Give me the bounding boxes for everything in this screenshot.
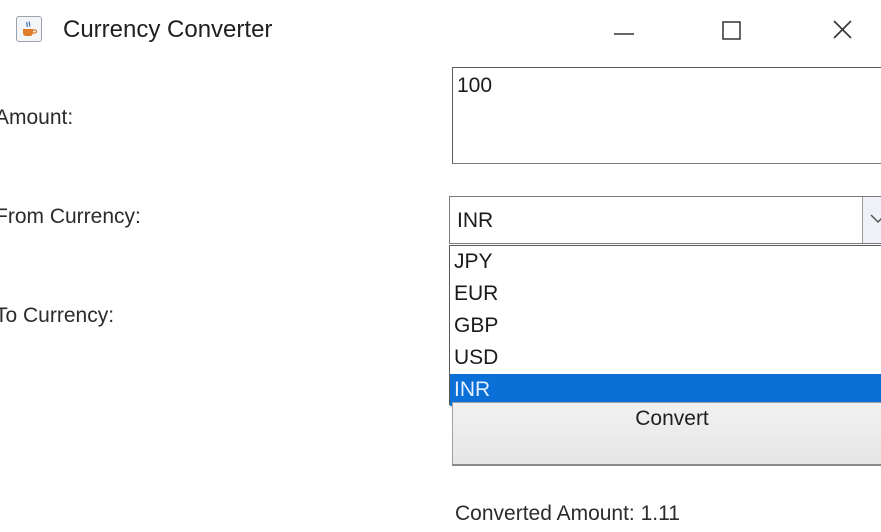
window-title: Currency Converter — [63, 16, 273, 43]
dropdown-option-usd[interactable]: USD — [450, 342, 881, 374]
dropdown-option-jpy[interactable]: JPY — [450, 246, 881, 278]
chevron-down-icon — [870, 214, 881, 224]
maximize-icon — [722, 21, 741, 40]
dropdown-option-gbp[interactable]: GBP — [450, 310, 881, 342]
java-cup-icon — [16, 16, 42, 42]
currency-dropdown-list: JPY EUR GBP USD INR — [449, 245, 881, 406]
maximize-button[interactable] — [712, 10, 752, 50]
title-bar: Currency Converter — [0, 0, 881, 58]
minimize-icon — [614, 33, 634, 35]
minimize-button[interactable] — [602, 10, 642, 50]
dropdown-option-eur[interactable]: EUR — [450, 278, 881, 310]
convert-button-label: Convert — [635, 407, 709, 430]
converted-amount-text: Converted Amount: 1.11 — [455, 502, 680, 525]
from-currency-label: From Currency: — [0, 205, 141, 228]
amount-value: 100 — [457, 74, 493, 97]
amount-input[interactable]: 100 — [452, 67, 881, 164]
to-currency-label: To Currency: — [0, 304, 115, 327]
amount-label: Amount: — [0, 106, 74, 129]
convert-button[interactable]: Convert — [452, 402, 881, 466]
close-icon — [833, 20, 852, 39]
from-currency-selected: INR — [457, 209, 494, 232]
close-button[interactable] — [822, 10, 862, 50]
combo-arrow-button[interactable] — [862, 197, 881, 243]
from-currency-select[interactable]: INR — [449, 196, 881, 244]
